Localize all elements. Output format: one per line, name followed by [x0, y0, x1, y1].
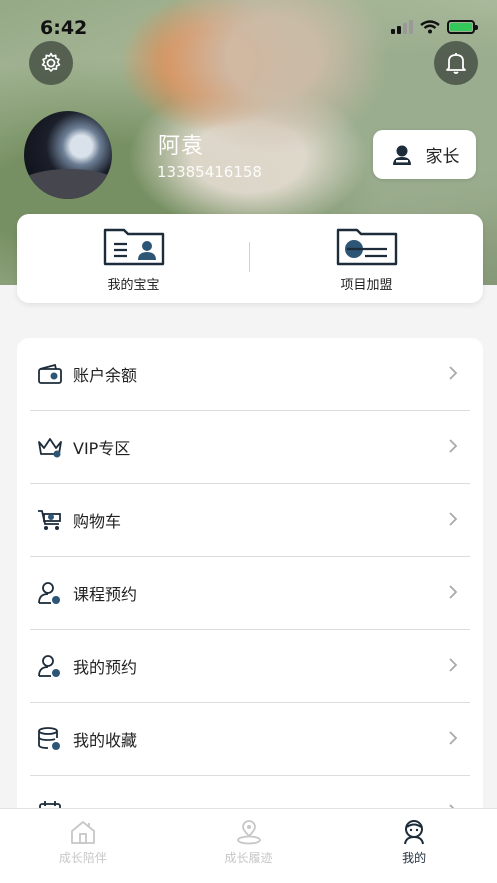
user-booking-icon	[38, 582, 60, 604]
folder-card-icon	[336, 228, 397, 266]
location-icon	[236, 820, 261, 845]
menu-item-label: 购物车	[73, 512, 122, 531]
settings-button[interactable]	[29, 41, 73, 85]
menu-item-favorites[interactable]: 我的收藏	[30, 703, 470, 776]
stack-icon	[38, 727, 60, 750]
menu-item-my-bookings[interactable]: 我的预约	[30, 630, 470, 703]
menu-item-label: 账户余额	[73, 366, 138, 385]
tab-growth-companion[interactable]: 成长陪伴	[0, 809, 166, 883]
cart-icon	[38, 510, 61, 530]
menu-item-course-booking[interactable]: 课程预约	[30, 557, 470, 630]
chevron-right-icon	[449, 512, 458, 526]
chevron-right-icon	[449, 585, 458, 599]
tab-growth-track[interactable]: 成长履迹	[166, 809, 332, 883]
parent-user-icon	[392, 145, 411, 165]
menu-item-label: 课程预约	[73, 585, 138, 604]
tab-label: 成长陪伴	[58, 851, 107, 865]
tab-label: 成长履迹	[224, 851, 273, 865]
tab-mine[interactable]: 我的	[331, 809, 497, 883]
menu-card: 账户余额 VIP专区 购物车 课程预约 我的预约 我的收藏	[17, 338, 483, 858]
chevron-right-icon	[449, 439, 458, 453]
notifications-button[interactable]	[434, 41, 478, 85]
wifi-icon	[420, 20, 440, 34]
chevron-right-icon	[449, 658, 458, 672]
avatar-image-ground	[24, 169, 112, 199]
gear-icon	[41, 52, 61, 72]
menu-item-label: 我的预约	[73, 658, 138, 677]
my-baby-button[interactable]: 我的宝宝	[17, 214, 250, 303]
franchise-button[interactable]: 项目加盟	[250, 214, 483, 303]
profile-phone: 13385416158	[157, 163, 262, 181]
user-booking-icon	[38, 655, 60, 677]
menu-item-account-balance[interactable]: 账户余额	[30, 338, 470, 411]
menu-item-vip[interactable]: VIP专区	[30, 411, 470, 484]
house-icon	[70, 821, 95, 844]
quick-actions-card: 我的宝宝 项目加盟	[17, 214, 483, 303]
profile-name: 阿袁	[158, 134, 205, 159]
status-bar: 6:42	[0, 0, 497, 44]
battery-icon	[447, 20, 478, 34]
tab-bar: 成长陪伴 成长履迹 我的	[0, 808, 497, 883]
profile-icon	[404, 820, 425, 845]
avatar[interactable]	[24, 111, 112, 199]
franchise-label: 项目加盟	[340, 278, 393, 293]
crown-icon	[38, 438, 62, 458]
chevron-right-icon	[449, 731, 458, 745]
role-label: 家长	[425, 147, 460, 167]
menu-item-label: VIP专区	[73, 439, 131, 458]
tab-label: 我的	[402, 851, 427, 865]
id-card-icon	[103, 228, 164, 266]
status-time: 6:42	[40, 17, 88, 39]
status-icons	[391, 20, 478, 34]
role-switch-button[interactable]: 家长	[373, 130, 476, 179]
menu-item-cart[interactable]: 购物车	[30, 484, 470, 557]
signal-icon	[391, 20, 413, 34]
bell-icon	[446, 53, 466, 74]
menu-item-label: 我的收藏	[73, 731, 138, 750]
chevron-right-icon	[449, 366, 458, 380]
wallet-icon	[38, 363, 62, 384]
my-baby-label: 我的宝宝	[107, 278, 160, 293]
